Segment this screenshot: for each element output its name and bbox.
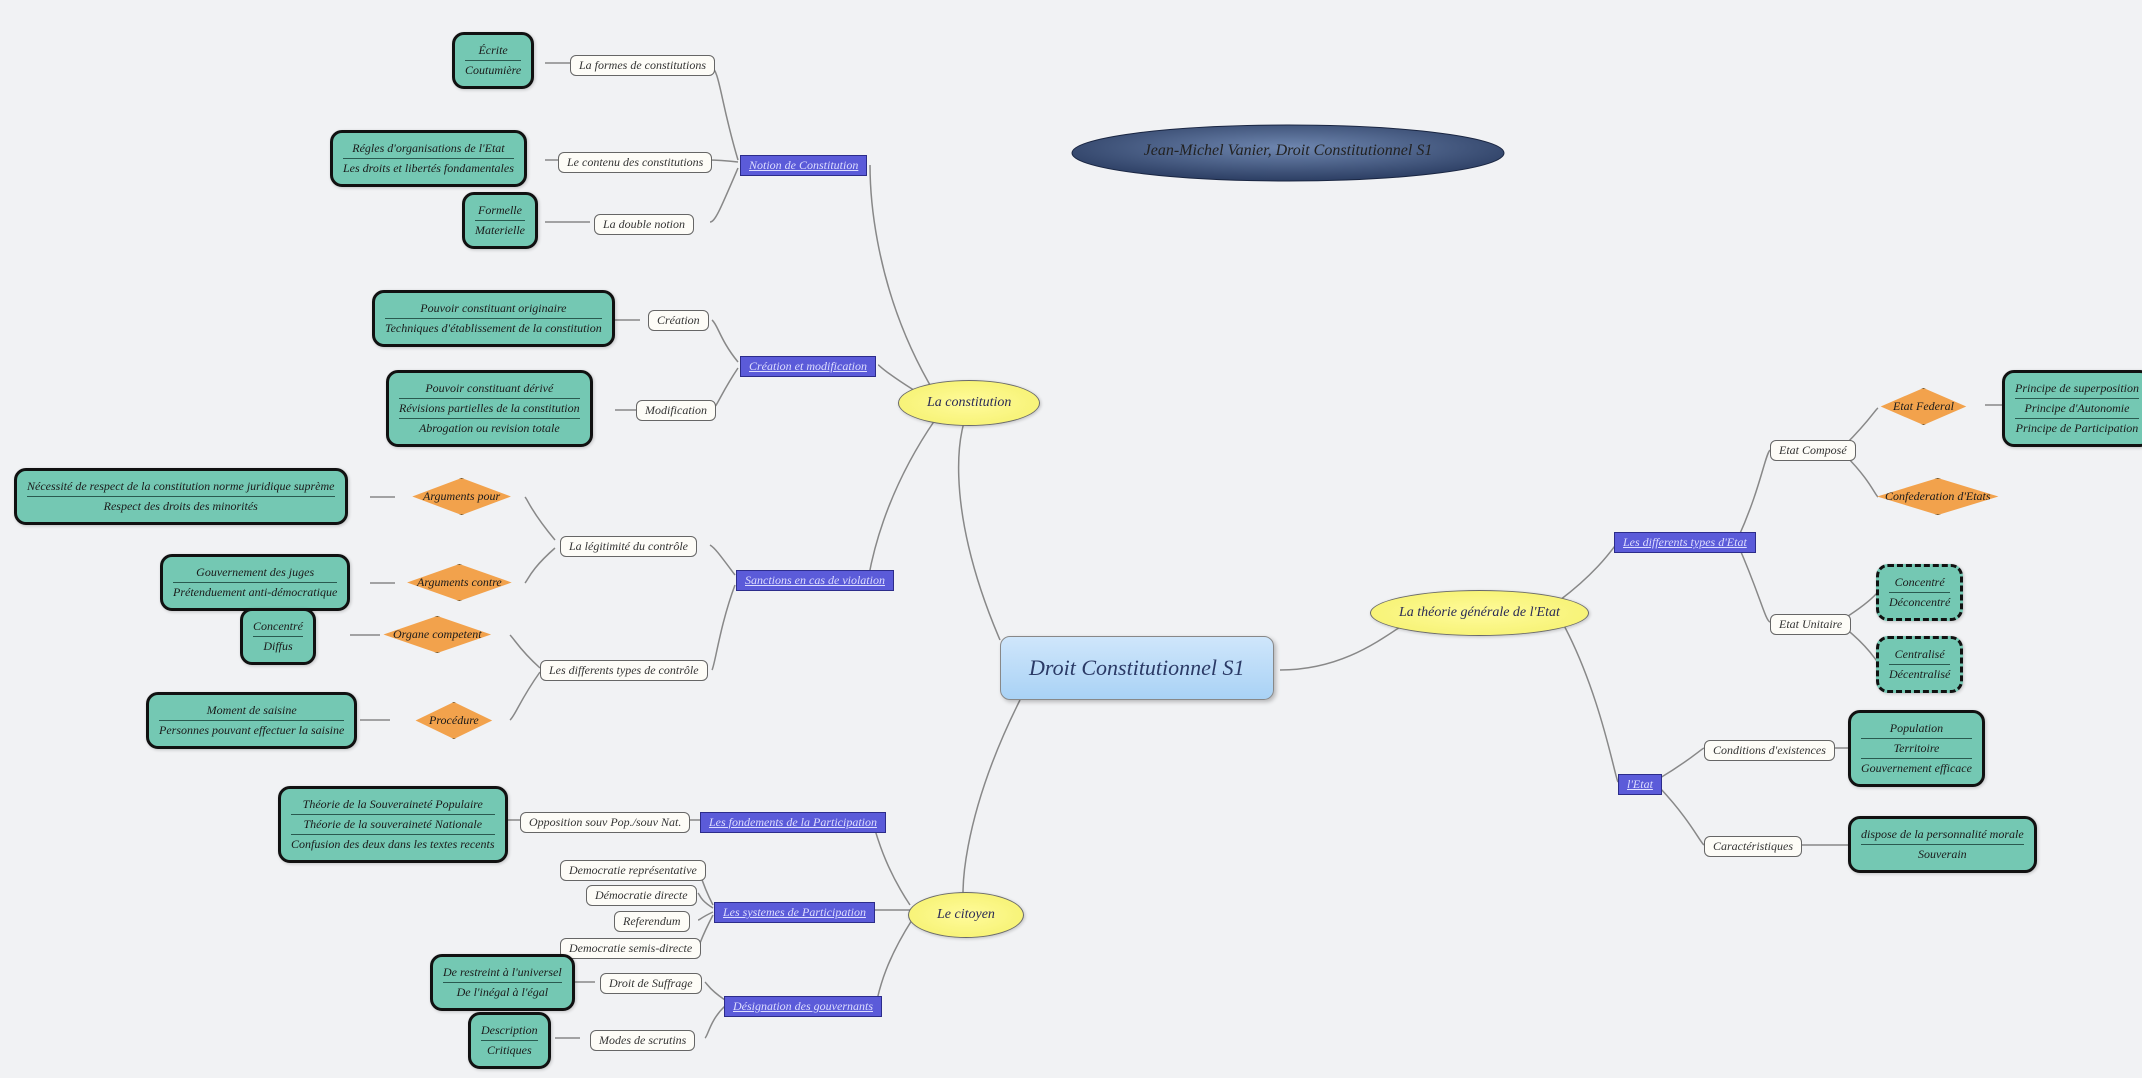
modification[interactable]: Modification — [636, 400, 716, 421]
item: Déconcentré — [1889, 593, 1950, 612]
organe-competent[interactable]: Organe competent — [370, 616, 505, 653]
double-notion[interactable]: La double notion — [594, 214, 694, 235]
teal-contenu: Régles d'organisations de l'Etat Les dro… — [330, 130, 527, 187]
item: Respect des droits des minorités — [27, 497, 335, 516]
item: Pouvoir constituant originaire — [385, 299, 602, 319]
item: Régles d'organisations de l'Etat — [343, 139, 514, 159]
item: Techniques d'établissement de la constit… — [385, 319, 602, 338]
procedure[interactable]: Procédure — [406, 702, 502, 739]
etat-compose[interactable]: Etat Composé — [1770, 440, 1856, 461]
item: Description — [481, 1021, 538, 1041]
root-node[interactable]: Droit Constitutionnel S1 — [1000, 636, 1274, 700]
teal-creation: Pouvoir constituant originaire Technique… — [372, 290, 615, 347]
item: dispose de la personnalité morale — [1861, 825, 2024, 845]
legitimite-controle[interactable]: La légitimité du contrôle — [560, 536, 697, 557]
modes-scrutins[interactable]: Modes de scrutins — [590, 1030, 695, 1051]
teal-caracteristiques: dispose de la personnalité morale Souver… — [1848, 816, 2037, 873]
teal-federal: Principe de superposition Principe d'Aut… — [2002, 370, 2142, 447]
item: Les droits et libertés fondamentales — [343, 159, 514, 178]
fondements-participation[interactable]: Les fondements de la Participation — [700, 812, 886, 833]
teal-formes: Écrite Coutumière — [452, 32, 534, 89]
letat[interactable]: l'Etat — [1618, 774, 1662, 795]
conditions-existences[interactable]: Conditions d'existences — [1704, 740, 1835, 761]
major-citoyen[interactable]: Le citoyen — [908, 892, 1024, 938]
etat-unitaire[interactable]: Etat Unitaire — [1770, 614, 1851, 635]
item: Théorie de la souveraineté Nationale — [291, 815, 495, 835]
teal-suffrage: De restreint à l'universel De l'inégal à… — [430, 954, 575, 1011]
item: Coutumière — [465, 61, 521, 80]
item: Décentralisé — [1889, 665, 1950, 684]
systemes-participation[interactable]: Les systemes de Participation — [714, 902, 875, 923]
notion-constitution[interactable]: Notion de Constitution — [740, 155, 867, 176]
item: Gouvernement efficace — [1861, 759, 1972, 778]
item: Abrogation ou revision totale — [399, 419, 580, 438]
teal-organe: Concentré Diffus — [240, 608, 316, 665]
types-controle[interactable]: Les differents types de contrôle — [540, 660, 708, 681]
democratie-directe[interactable]: Démocratie directe — [586, 885, 697, 906]
item: Territoire — [1861, 739, 1972, 759]
teal-unitaire-1: Concentré Déconcentré — [1876, 564, 1963, 621]
major-constitution[interactable]: La constitution — [898, 380, 1040, 426]
caracteristiques[interactable]: Caractéristiques — [1704, 836, 1802, 857]
item: Principe de Participation — [2015, 419, 2139, 438]
creation[interactable]: Création — [648, 310, 709, 331]
item: Diffus — [253, 637, 303, 656]
types-etat[interactable]: Les differents types d'Etat — [1614, 532, 1756, 553]
item: De restreint à l'universel — [443, 963, 562, 983]
confederation-etats[interactable]: Confederation d'Etats — [1862, 478, 2014, 515]
item: Concentré — [1889, 573, 1950, 593]
teal-pour: Nécessité de respect de la constitution … — [14, 468, 348, 525]
item: Prétenduement anti-démocratique — [173, 583, 337, 602]
major-theorie[interactable]: La théorie générale de l'Etat — [1370, 590, 1589, 636]
title-label: Jean-Michel Vanier, Droit Constitutionne… — [1068, 132, 1508, 170]
formes-constitutions[interactable]: La formes de constitutions — [570, 55, 715, 76]
item: Centralisé — [1889, 645, 1950, 665]
democratie-repr[interactable]: Democratie représentative — [560, 860, 706, 881]
item: Gouvernement des juges — [173, 563, 337, 583]
teal-conditions: Population Territoire Gouvernement effic… — [1848, 710, 1985, 787]
sanctions-violation[interactable]: Sanctions en cas de violation — [736, 570, 894, 591]
item: Nécessité de respect de la constitution … — [27, 477, 335, 497]
droit-suffrage[interactable]: Droit de Suffrage — [600, 973, 702, 994]
teal-procedure: Moment de saisine Personnes pouvant effe… — [146, 692, 357, 749]
item: Principe d'Autonomie — [2015, 399, 2139, 419]
item: Théorie de la Souveraineté Populaire — [291, 795, 495, 815]
teal-double: Formelle Materielle — [462, 192, 538, 249]
etat-federal[interactable]: Etat Federal — [1870, 388, 1977, 425]
item: Population — [1861, 719, 1972, 739]
item: Principe de superposition — [2015, 379, 2139, 399]
item: Critiques — [481, 1041, 538, 1060]
designation-gouvernants[interactable]: Désignation des gouvernants — [724, 996, 882, 1017]
item: Moment de saisine — [159, 701, 344, 721]
item: Pouvoir constituant dérivé — [399, 379, 580, 399]
item: Concentré — [253, 617, 303, 637]
teal-contre: Gouvernement des juges Prétenduement ant… — [160, 554, 350, 611]
item: Personnes pouvant effectuer la saisine — [159, 721, 344, 740]
contenu-constitutions[interactable]: Le contenu des constitutions — [558, 152, 712, 173]
teal-scrutins: Description Critiques — [468, 1012, 551, 1069]
referendum[interactable]: Referendum — [614, 911, 690, 932]
item: Formelle — [475, 201, 525, 221]
teal-modification: Pouvoir constituant dérivé Révisions par… — [386, 370, 593, 447]
opposition-souv[interactable]: Opposition souv Pop./souv Nat. — [520, 812, 690, 833]
teal-unitaire-2: Centralisé Décentralisé — [1876, 636, 1963, 693]
item: Révisions partielles de la constitution — [399, 399, 580, 419]
arguments-contre[interactable]: Arguments contre — [394, 564, 525, 601]
item: Souverain — [1861, 845, 2024, 864]
item: De l'inégal à l'égal — [443, 983, 562, 1002]
democratie-semi[interactable]: Democratie semis-directe — [560, 938, 701, 959]
arguments-pour[interactable]: Arguments pour — [400, 478, 523, 515]
item: Materielle — [475, 221, 525, 240]
creation-modification[interactable]: Création et modification — [740, 356, 876, 377]
item: Écrite — [465, 41, 521, 61]
teal-opposition: Théorie de la Souveraineté Populaire Thé… — [278, 786, 508, 863]
item: Confusion des deux dans les textes recen… — [291, 835, 495, 854]
